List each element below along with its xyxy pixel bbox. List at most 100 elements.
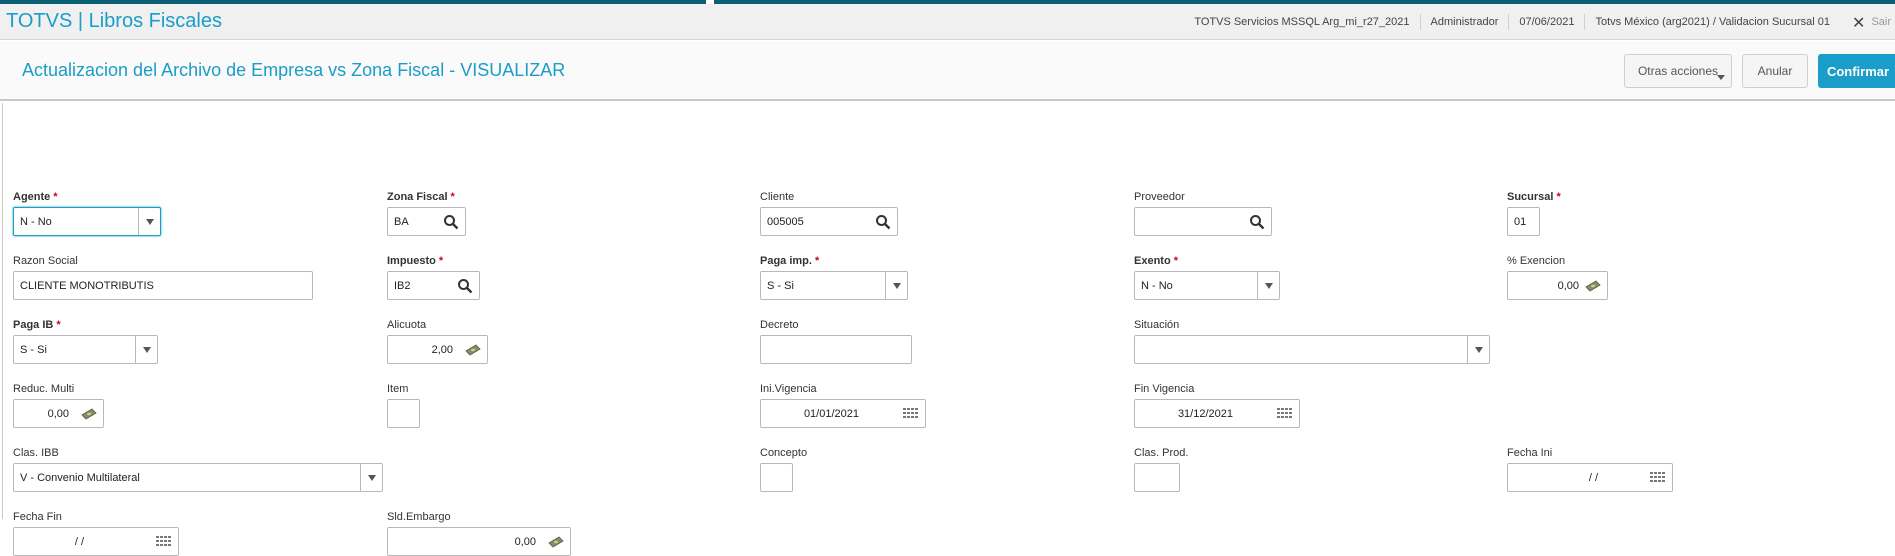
header-info: TOTVS Servicios MSSQL Arg_mi_r27_2021 Ad… <box>1184 4 1895 40</box>
required-star: * <box>814 255 820 267</box>
page-title: Actualizacion del Archivo de Empresa vs … <box>22 60 566 80</box>
chevron-down-icon[interactable] <box>1467 336 1489 363</box>
field-reduc-multi: Reduc. Multi 0,00 <box>13 382 104 428</box>
clas-prod-label: Clas. Prod. <box>1134 447 1189 459</box>
money-icon[interactable] <box>1585 278 1601 294</box>
field-clas-ibb: Clas. IBB V - Convenio Multilateral <box>13 446 383 492</box>
razon-social-input[interactable]: CLIENTE MONOTRIBUTIS <box>13 271 313 300</box>
exit-label: Sair <box>1871 16 1891 28</box>
field-agente: Agente * N - No <box>13 190 161 236</box>
fecha-fin-label: Fecha Fin <box>13 511 62 523</box>
chevron-down-icon[interactable] <box>885 272 907 299</box>
decreto-input[interactable] <box>760 335 912 364</box>
calendar-icon[interactable] <box>1277 406 1293 422</box>
alicuota-value: 2,00 <box>431 344 453 356</box>
money-icon[interactable] <box>548 534 564 550</box>
chevron-down-icon[interactable] <box>138 208 160 235</box>
ini-vigencia-label: Ini.Vigencia <box>760 383 817 395</box>
situacion-select[interactable] <box>1134 335 1490 364</box>
money-icon[interactable] <box>81 406 97 422</box>
magnifier-icon[interactable] <box>443 214 459 230</box>
other-actions-label: Otras acciones <box>1637 64 1719 78</box>
impuesto-label: Impuesto <box>387 255 436 267</box>
app-header: TOTVS | Libros Fiscales TOTVS Servicios … <box>0 4 1895 40</box>
proveedor-input[interactable] <box>1134 207 1272 236</box>
paga-imp-value: S - Si <box>767 280 794 292</box>
magnifier-icon[interactable] <box>875 214 891 230</box>
paga-ib-label: Paga IB <box>13 319 54 331</box>
money-icon[interactable] <box>465 342 481 358</box>
alicuota-input[interactable]: 2,00 <box>387 335 488 364</box>
reduc-multi-input[interactable]: 0,00 <box>13 399 104 428</box>
form-area: Agente * N - No Zona Fiscal * BA Cliente 0… <box>2 103 1895 556</box>
concepto-label: Concepto <box>760 447 808 459</box>
other-actions-button[interactable]: Otras acciones <box>1624 54 1732 88</box>
environment-label: TOTVS Servicios MSSQL Arg_mi_r27_2021 <box>1194 16 1410 28</box>
fecha-ini-label: Fecha Ini <box>1507 447 1553 459</box>
zona-fiscal-input[interactable]: BA <box>387 207 466 236</box>
chevron-down-icon[interactable] <box>1257 272 1279 299</box>
agente-label: Agente <box>13 191 51 203</box>
reduc-multi-value: 0,00 <box>47 408 69 420</box>
razon-social-label: Razon Social <box>13 255 78 267</box>
company-label: Totvs México (arg2021) / Validacion Sucu… <box>1584 14 1840 30</box>
chevron-down-icon <box>1717 75 1725 80</box>
fecha-ini-input[interactable]: / / <box>1507 463 1673 492</box>
calendar-icon[interactable] <box>156 534 172 550</box>
fin-vigencia-value: 31/12/2021 <box>1177 408 1233 420</box>
cancel-button[interactable]: Anular <box>1742 54 1808 88</box>
required-star: * <box>1556 191 1561 203</box>
magnifier-icon[interactable] <box>1249 214 1265 230</box>
calendar-icon[interactable] <box>1650 470 1666 486</box>
sucursal-input[interactable]: 01 <box>1507 207 1540 236</box>
field-razon-social: Razon Social CLIENTE MONOTRIBUTIS <box>13 254 313 300</box>
sucursal-value: 01 <box>1514 216 1527 228</box>
field-proveedor: Proveedor <box>1134 190 1272 236</box>
zona-fiscal-value: BA <box>394 216 409 228</box>
field-pct-exencion: % Exencion 0,00 <box>1507 254 1608 300</box>
required-star: * <box>450 191 455 203</box>
pct-exencion-input[interactable]: 0,00 <box>1507 271 1608 300</box>
clas-ibb-value: V - Convenio Multilateral <box>20 472 140 484</box>
agente-value: N - No <box>20 216 52 228</box>
exit-button[interactable]: ✕ Sair <box>1840 13 1895 32</box>
fecha-fin-value: / / <box>74 536 84 548</box>
impuesto-input[interactable]: IB2 <box>387 271 480 300</box>
chevron-down-icon[interactable] <box>135 336 157 363</box>
sld-embargo-input[interactable]: 0,00 <box>387 527 571 556</box>
paga-ib-value: S - Si <box>20 344 47 356</box>
field-paga-imp: Paga imp. * S - Si <box>760 254 908 300</box>
sld-embargo-label: Sld.Embargo <box>387 511 451 523</box>
clas-ibb-select[interactable]: V - Convenio Multilateral <box>13 463 383 492</box>
clas-ibb-label: Clas. IBB <box>13 447 59 459</box>
cliente-input[interactable]: 005005 <box>760 207 898 236</box>
agente-select[interactable]: N - No <box>13 207 161 236</box>
impuesto-value: IB2 <box>394 280 411 292</box>
field-zona-fiscal: Zona Fiscal * BA <box>387 190 466 236</box>
item-input[interactable] <box>387 399 420 428</box>
ini-vigencia-value: 01/01/2021 <box>803 408 859 420</box>
fin-vigencia-input[interactable]: 31/12/2021 <box>1134 399 1300 428</box>
fecha-fin-input[interactable]: / / <box>13 527 179 556</box>
exento-select[interactable]: N - No <box>1134 271 1280 300</box>
clas-prod-input[interactable] <box>1134 463 1180 492</box>
confirm-button[interactable]: Confirmar <box>1818 54 1895 88</box>
ini-vigencia-input[interactable]: 01/01/2021 <box>760 399 926 428</box>
reduc-multi-label: Reduc. Multi <box>13 383 75 395</box>
page-header: Actualizacion del Archivo de Empresa vs … <box>0 41 1895 101</box>
cliente-label: Cliente <box>760 191 795 203</box>
paga-ib-select[interactable]: S - Si <box>13 335 158 364</box>
paga-imp-label: Paga imp. <box>760 255 812 267</box>
field-impuesto: Impuesto * IB2 <box>387 254 480 300</box>
paga-imp-select[interactable]: S - Si <box>760 271 908 300</box>
magnifier-icon[interactable] <box>457 278 473 294</box>
sucursal-label: Sucursal <box>1507 191 1554 203</box>
calendar-icon[interactable] <box>903 406 919 422</box>
field-fecha-ini: Fecha Ini / / <box>1507 446 1673 492</box>
user-label: Administrador <box>1419 14 1509 30</box>
concepto-input[interactable] <box>760 463 793 492</box>
field-alicuota: Alicuota 2,00 <box>387 318 488 364</box>
field-situacion: Situación <box>1134 318 1490 364</box>
required-star: * <box>56 319 61 331</box>
chevron-down-icon[interactable] <box>360 464 382 491</box>
